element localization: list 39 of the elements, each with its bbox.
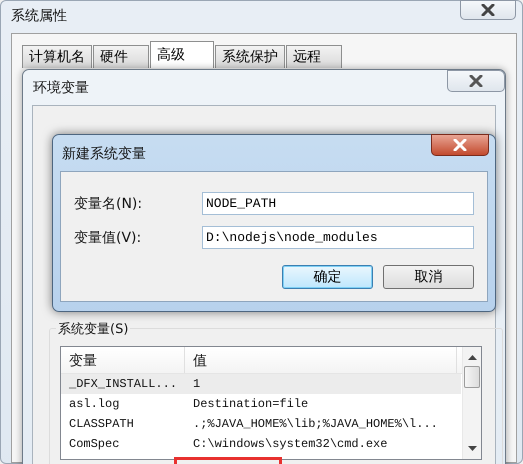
window-title: 环境变量 [33, 79, 89, 97]
field-label: 变量值(V): [74, 228, 142, 246]
scroll-up-icon[interactable] [468, 355, 476, 360]
tab[interactable]: 硬件 [93, 45, 149, 68]
close-button[interactable] [447, 70, 505, 92]
table-cell-text: _DFX_INSTALL... [68, 377, 178, 391]
close-button[interactable] [431, 134, 489, 156]
cancel-button[interactable]: 取消 [383, 265, 474, 289]
table-cell-text: 1 [192, 377, 202, 391]
list-row[interactable]: asl.log Destination=file [61, 394, 461, 414]
table-cell-text: ComSpec [68, 437, 120, 451]
list-row[interactable]: CLASSPATH .;%JAVA_HOME%\lib;%JAVA_HOME%\l... [61, 414, 461, 434]
input-field[interactable]: NODE_PATH [202, 192, 474, 215]
tab[interactable]: 高级 [150, 41, 214, 68]
table-cell-text: asl.log [68, 397, 120, 411]
close-icon [453, 139, 467, 151]
tab[interactable]: 系统保护 [215, 45, 285, 68]
group-label: 系统变量(S) [56, 320, 130, 338]
list-row[interactable]: ComSpec C:\windows\system32\cmd.exe [61, 434, 461, 454]
dialog-title: 新建系统变量 [62, 145, 146, 163]
list-row[interactable]: _DFX_INSTALL... 1 [61, 374, 461, 394]
window-title: 系统属性 [11, 7, 67, 25]
close-icon [469, 75, 483, 87]
table-cell-text: Destination=file [192, 397, 310, 411]
close-button[interactable] [460, 0, 516, 20]
tab[interactable]: 远程 [286, 45, 342, 68]
column-header[interactable]: 值 [185, 347, 457, 373]
field-label: 变量名(N): [74, 194, 144, 212]
table-cell-text: C:\windows\system32\cmd.exe [192, 437, 388, 451]
table-cell-text: .;%JAVA_HOME%\lib;%JAVA_HOME%\l... [192, 417, 439, 431]
close-icon [481, 4, 495, 16]
input-field[interactable]: D:\nodejs\node_modules [202, 226, 474, 249]
ok-button[interactable]: 确定 [282, 265, 373, 289]
column-header[interactable]: 变量 [61, 347, 185, 373]
table-cell-text: CLASSPATH [68, 417, 135, 431]
tab[interactable]: 计算机名 [22, 45, 92, 68]
scroll-thumb[interactable] [464, 366, 480, 388]
scroll-down-icon[interactable] [468, 446, 476, 451]
scrollbar[interactable] [462, 347, 481, 459]
